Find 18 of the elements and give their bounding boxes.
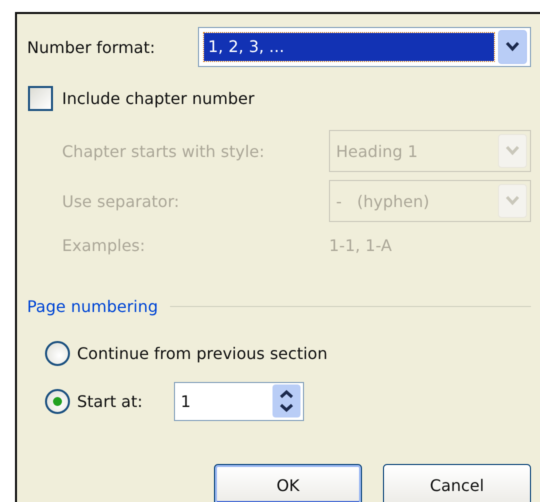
- examples-value: 1-1, 1-A: [329, 236, 392, 255]
- field-label: Examples:: [62, 236, 146, 255]
- option-label: Start at:: [77, 392, 143, 410]
- field-label: Chapter starts with style:: [62, 142, 266, 160]
- start-at-field[interactable]: 1: [174, 382, 304, 420]
- include-chapter-label: Include chapter number: [62, 89, 254, 108]
- dialog-button[interactable]: Cancel: [383, 464, 531, 502]
- dialog-button[interactable]: OK: [214, 464, 362, 502]
- number-format-label: Number format:: [27, 38, 156, 56]
- include-chapter-checkbox[interactable]: [28, 86, 53, 111]
- page-numbering-heading: Page numbering: [27, 297, 158, 316]
- number-format-dropdown[interactable]: 1, 2, 3, ...: [198, 27, 531, 67]
- radio-button[interactable]: [45, 388, 70, 414]
- spinner-arrows-icon[interactable]: [272, 384, 301, 418]
- option-label: Continue from previous section: [77, 344, 328, 362]
- field-label: Use separator:: [62, 192, 180, 210]
- radio-button[interactable]: [45, 340, 70, 366]
- number-format-value: 1, 2, 3, ...: [204, 33, 494, 61]
